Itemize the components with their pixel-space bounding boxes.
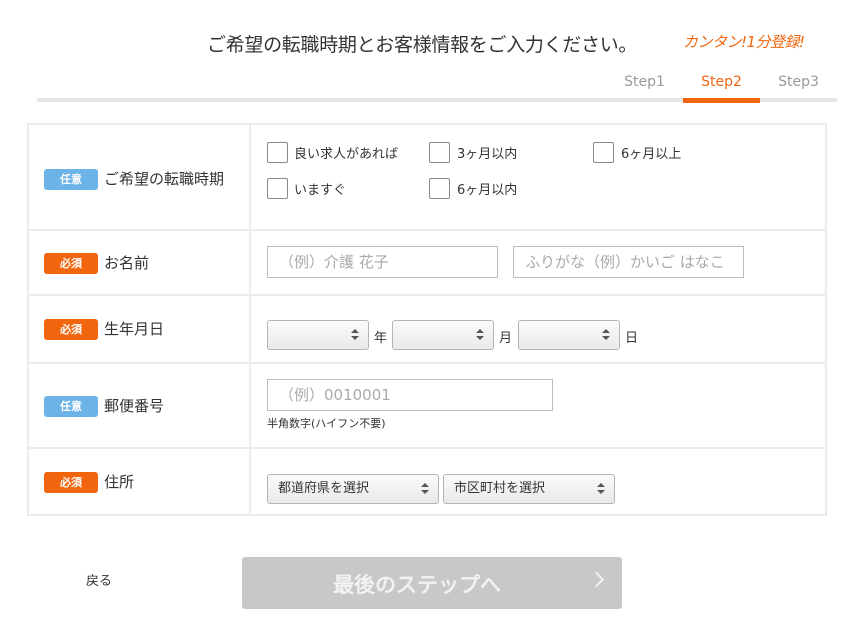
next-step-button[interactable]: 最後のステップへ: [242, 557, 622, 609]
postal-label: 郵便番号: [104, 397, 165, 415]
select-arrows-icon: [476, 328, 484, 342]
checkbox-within-6-months[interactable]: [429, 178, 450, 199]
form-row-postal: 任意 郵便番号 （例）0010001 半角数字(ハイフン不要): [29, 364, 825, 449]
active-step-indicator: [683, 98, 760, 103]
year-unit: 年: [374, 331, 388, 346]
city-select[interactable]: 市区町村を選択: [443, 474, 615, 504]
page-title: ご希望の転職時期とお客様情報をご入力ください。: [207, 34, 638, 56]
address-label: 住所: [104, 473, 135, 491]
postal-hint: 半角数字(ハイフン不要): [267, 417, 386, 430]
label-cell: 必須 住所: [29, 449, 251, 514]
name-label: お名前: [104, 254, 150, 272]
birth-month-select[interactable]: [392, 320, 494, 350]
select-arrows-icon: [421, 482, 429, 496]
registration-form: 任意 ご希望の転職時期 良い求人があれば 3ヶ月以内 6ヶ月以上 いますぐ 6ヶ…: [27, 123, 827, 516]
optional-badge: 任意: [44, 396, 98, 417]
select-arrows-icon: [597, 482, 605, 496]
form-row-address: 必須 住所 都道府県を選択 市区町村を選択: [29, 449, 825, 514]
select-arrows-icon: [602, 328, 610, 342]
month-unit: 月: [499, 331, 513, 346]
step-3: Step3: [778, 74, 819, 90]
step-2: Step2: [701, 74, 742, 90]
checkbox-label-within-6-months: 6ヶ月以内: [457, 183, 518, 198]
checkbox-label-good-offer: 良い求人があれば: [294, 147, 399, 162]
birth-day-select[interactable]: [518, 320, 620, 350]
required-badge: 必須: [44, 253, 98, 274]
checkbox-good-offer[interactable]: [267, 142, 288, 163]
prefecture-select[interactable]: 都道府県を選択: [267, 474, 439, 504]
form-row-birthday: 必須 生年月日 年 月 日: [29, 296, 825, 364]
checkbox-label-within-3-months: 3ヶ月以内: [457, 147, 518, 162]
label-cell: 必須 お名前: [29, 231, 251, 294]
easy-registration-tagline: カンタン!1分登録!: [683, 33, 805, 51]
label-cell: 必須 生年月日: [29, 296, 251, 362]
timing-label: ご希望の転職時期: [104, 170, 225, 188]
form-row-name: 必須 お名前 （例）介護 花子 ふりがな（例）かいご はなこ: [29, 231, 825, 296]
checkbox-immediately[interactable]: [267, 178, 288, 199]
checkbox-label-immediately: いますぐ: [294, 183, 347, 198]
form-row-timing: 任意 ご希望の転職時期 良い求人があれば 3ヶ月以内 6ヶ月以上 いますぐ 6ヶ…: [29, 125, 825, 231]
checkbox-over-6-months[interactable]: [593, 142, 614, 163]
label-cell: 任意 郵便番号: [29, 364, 251, 447]
birth-year-select[interactable]: [267, 320, 369, 350]
optional-badge: 任意: [44, 169, 98, 190]
required-badge: 必須: [44, 319, 98, 340]
checkbox-within-3-months[interactable]: [429, 142, 450, 163]
city-value: 市区町村を選択: [454, 481, 546, 496]
furigana-input[interactable]: ふりがな（例）かいご はなこ: [513, 246, 744, 278]
step-1: Step1: [624, 74, 665, 90]
next-step-label: 最後のステップへ: [333, 573, 501, 597]
select-arrows-icon: [351, 328, 359, 342]
required-badge: 必須: [44, 472, 98, 493]
label-cell: 任意 ご希望の転職時期: [29, 125, 251, 229]
birthday-label: 生年月日: [104, 320, 165, 338]
prefecture-value: 都道府県を選択: [278, 481, 370, 496]
day-unit: 日: [625, 331, 639, 346]
postal-code-input[interactable]: （例）0010001: [267, 379, 553, 411]
back-link[interactable]: 戻る: [86, 570, 112, 589]
checkbox-label-over-6-months: 6ヶ月以上: [621, 147, 682, 162]
name-input[interactable]: （例）介護 花子: [267, 246, 498, 278]
